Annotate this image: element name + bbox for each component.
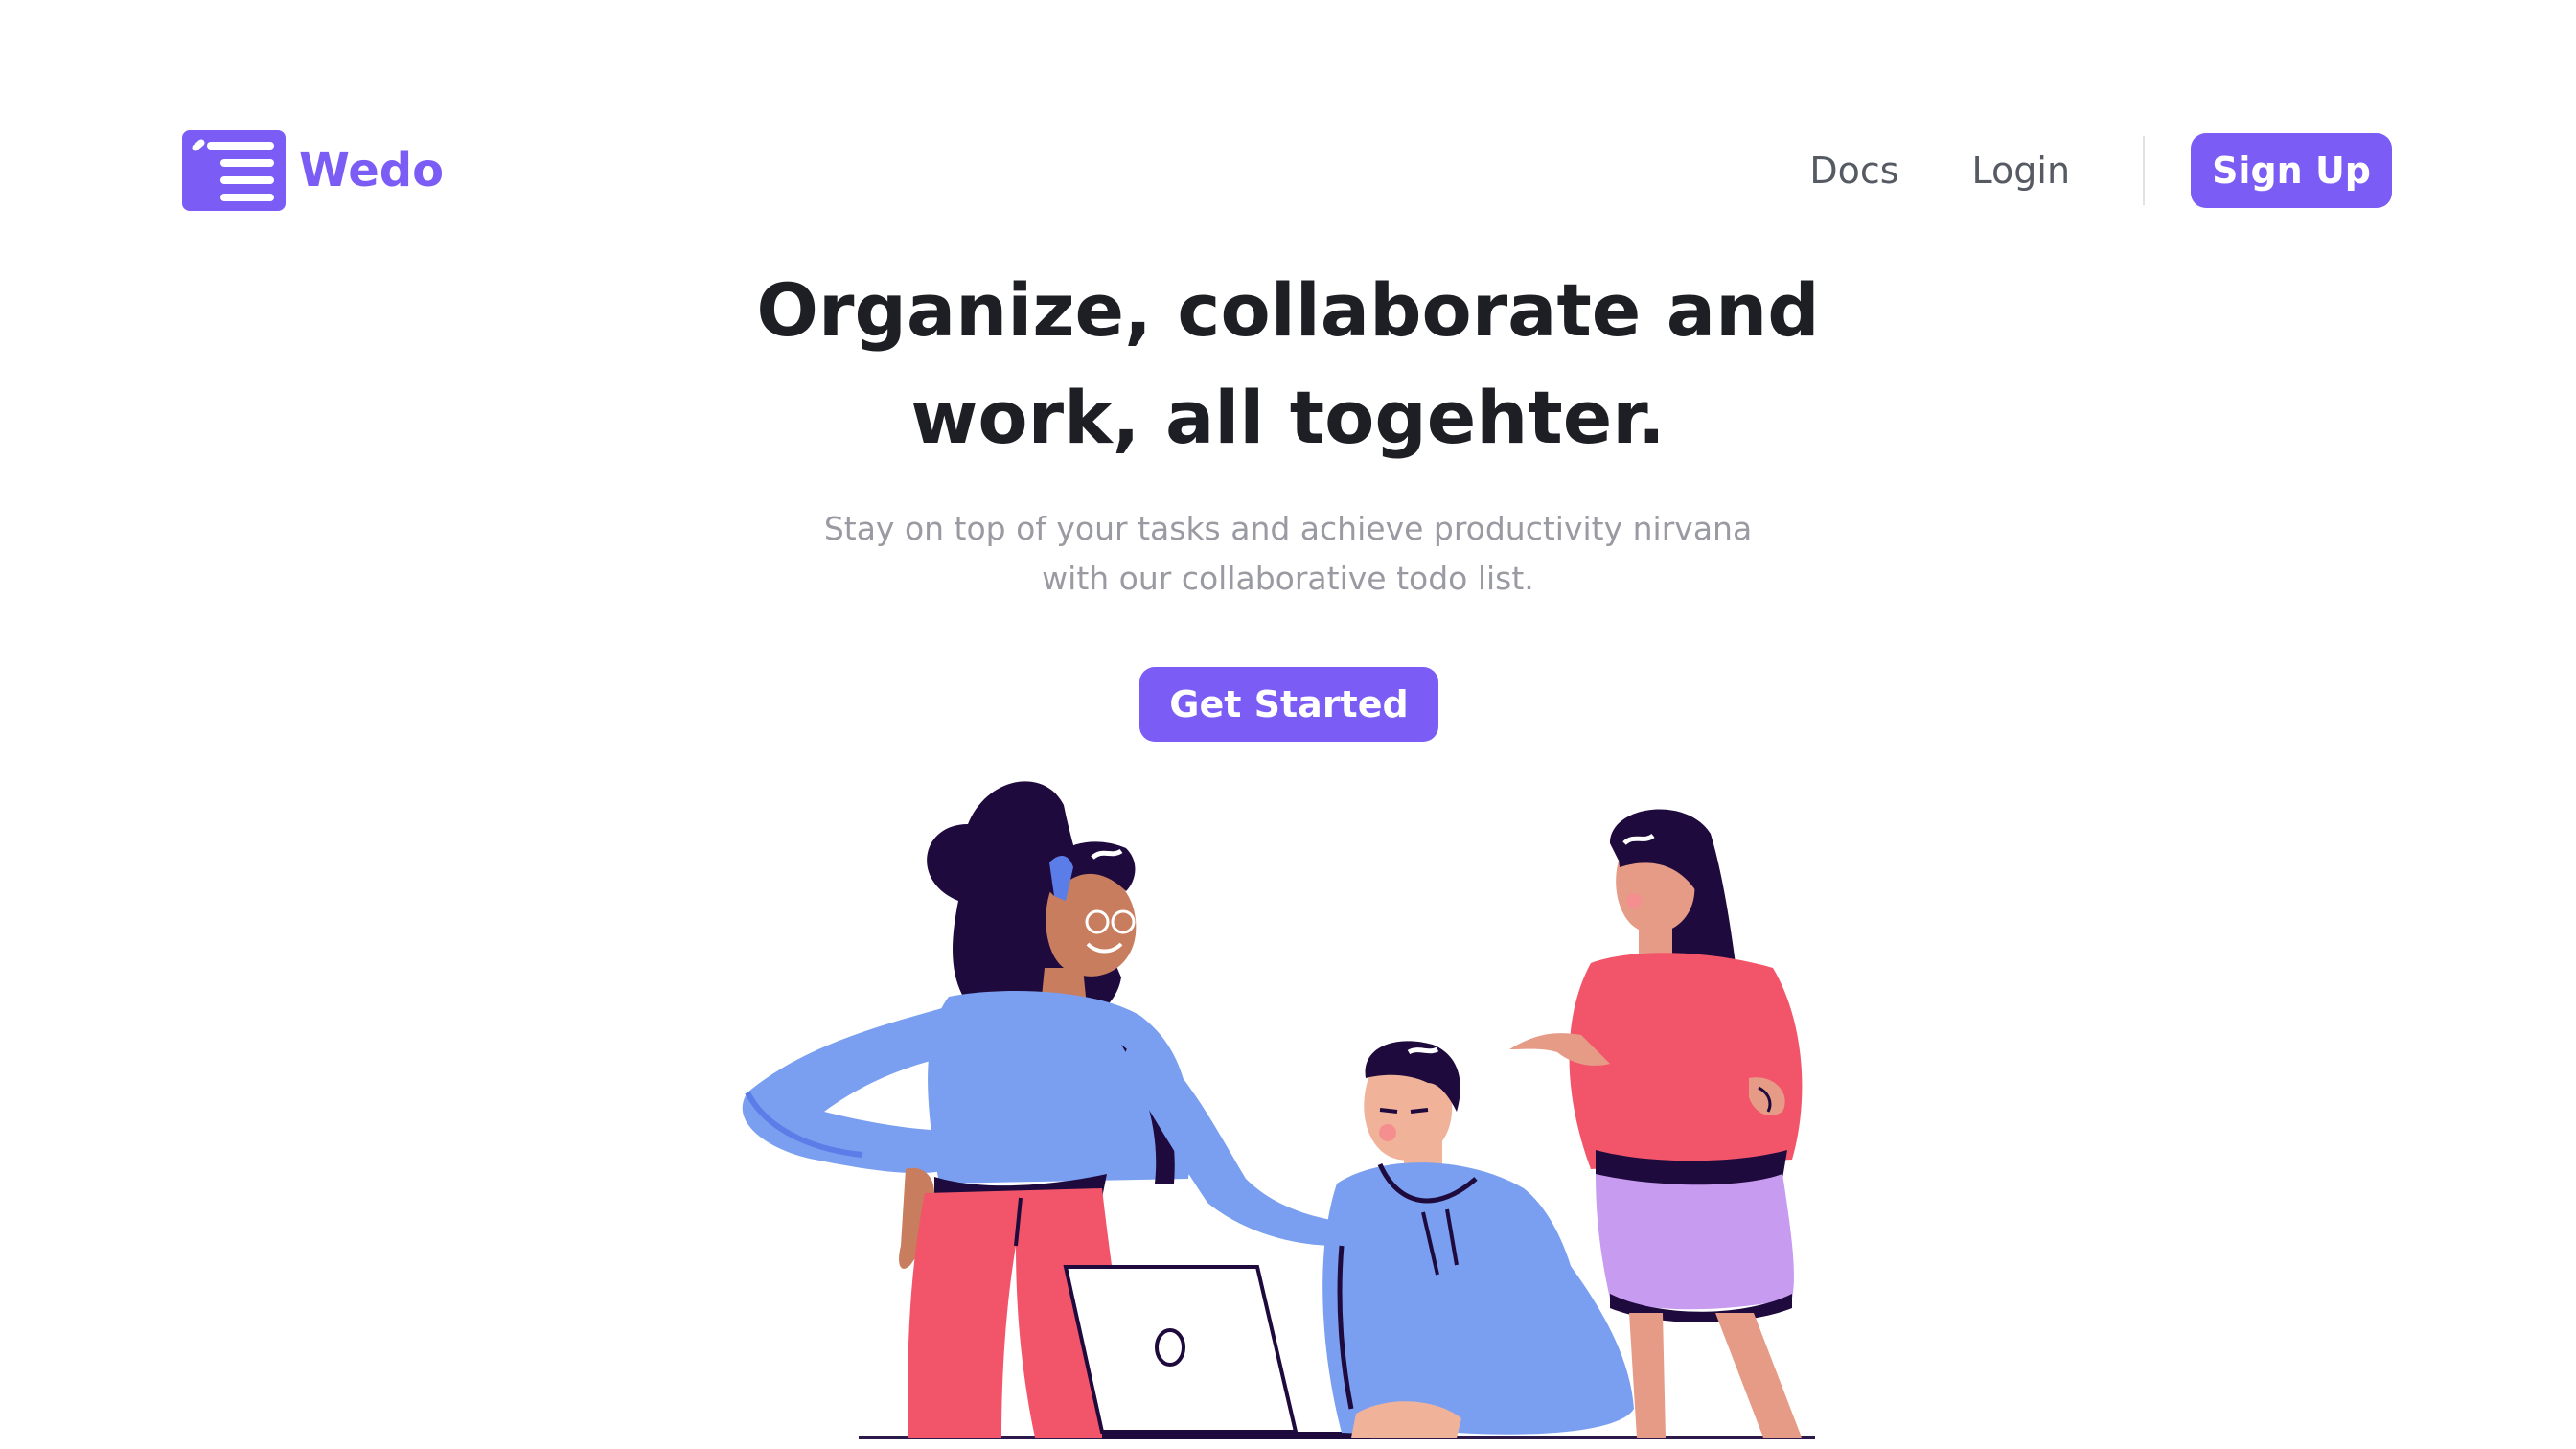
team-collaboration-illustration xyxy=(742,781,1815,1439)
